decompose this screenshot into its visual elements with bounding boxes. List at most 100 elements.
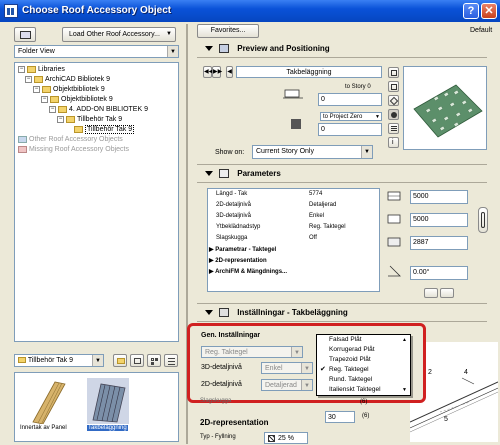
to-project-input[interactable]: 0 (318, 123, 382, 136)
collapse-icon[interactable]: − (25, 75, 32, 83)
view-list-button[interactable] (388, 123, 399, 134)
close-button[interactable]: ✕ (481, 3, 497, 19)
length-input[interactable]: 5000 (410, 190, 468, 204)
param-value[interactable]: Enkel (309, 213, 324, 219)
detail-3d-select[interactable]: Enkel ▼ (261, 362, 313, 374)
large-icons-button[interactable] (130, 354, 144, 367)
folder-select[interactable]: Tillbehör Tak 9 ▼ (14, 354, 104, 367)
param-value[interactable]: Off (309, 235, 317, 241)
view-options-button[interactable] (14, 27, 36, 42)
next-object-button[interactable]: ▶▶ (212, 66, 222, 78)
parameters-section-header[interactable]: Parameters (197, 166, 487, 181)
divider (197, 303, 487, 304)
value-30-input[interactable]: 30 (325, 411, 355, 423)
mirror-button[interactable] (424, 288, 438, 298)
view-mode-select[interactable]: Folder View ▼ (14, 45, 179, 58)
dropdown-item-selected[interactable]: Reg. Taktegel (329, 366, 369, 373)
view-section-button[interactable] (388, 81, 399, 92)
detail-2d-select[interactable]: Detaljerad ▼ (261, 379, 313, 391)
tree-item-tillbehor-selected[interactable]: Tillbehör Tak 9 (74, 125, 135, 135)
annotation-6-upper: (6) (360, 399, 368, 405)
param-value[interactable]: Detaljerad (309, 202, 336, 208)
param-group[interactable]: ▶ 2D-representation (209, 257, 267, 264)
tree-item-missing[interactable]: Missing Roof Accessory Objects (18, 145, 129, 155)
axo-view-icon (389, 96, 399, 106)
collapse-icon[interactable]: − (18, 65, 25, 73)
collapse-arrow-icon[interactable] (205, 310, 213, 316)
roof-type-dropdown[interactable]: ✔ Falsad Plåt ▲ Korrugerad Plåt Trapezoi… (316, 334, 411, 396)
length-icon (386, 190, 404, 202)
angle-input[interactable]: 0.00° (410, 266, 468, 280)
tree-item-libraries[interactable]: − Libraries (18, 65, 65, 75)
param-value[interactable]: 5774 (309, 191, 322, 197)
preview-section-title: Preview and Positioning (237, 44, 330, 53)
tree-item-archicad[interactable]: − ArchiCAD Bibliotek 9 (25, 75, 110, 85)
thumb-takbelaggning[interactable] (87, 378, 129, 424)
height-input[interactable]: 2887 (410, 236, 468, 250)
settings-section-header[interactable]: Inställningar - Takbeläggning (197, 305, 487, 320)
small-icons-button[interactable] (147, 354, 161, 367)
list-icons-button[interactable] (164, 354, 178, 367)
dropdown-item[interactable]: Trapezoid Plåt (329, 356, 371, 363)
thumb-label-selected: Takbeläggning (87, 425, 128, 431)
param-group[interactable]: ▶ ArchiFM & Mängdnings... (209, 268, 287, 275)
chevron-up-icon[interactable]: ▲ (402, 337, 407, 343)
reference-select[interactable]: to Project Zero ▼ (320, 112, 382, 121)
slagskugga-label: Slagskugga (200, 398, 232, 404)
title-bar: Choose Roof Accessory Object ? ✕ (0, 0, 500, 22)
preview-section-header[interactable]: Preview and Positioning (197, 41, 487, 56)
tree-item-objektbibliotek[interactable]: − Objektbibliotek 9 (33, 85, 105, 95)
prev-button[interactable]: ◀ (226, 66, 233, 78)
list-view-icon (20, 31, 31, 39)
prev-object-button[interactable]: ◀◀ (203, 66, 213, 78)
object-name-field: Takbeläggning (236, 66, 382, 78)
gen-settings-title: Gen. Inställningar (201, 332, 261, 339)
dropdown-item[interactable]: Rund. Taktegel (329, 376, 372, 383)
help-button[interactable]: ? (463, 3, 479, 19)
object-thumbnails[interactable]: Innertak av Panel Takbeläggning (14, 372, 179, 442)
view-axo-button[interactable] (388, 95, 399, 106)
collapse-arrow-icon[interactable] (205, 171, 213, 177)
mirror-alt-button[interactable] (440, 288, 454, 298)
view-3d-button[interactable] (388, 109, 399, 120)
thumb-innertak[interactable] (29, 378, 69, 425)
view-plan-button[interactable] (388, 67, 399, 78)
fill-type-label: Typ - Fyllning (200, 434, 236, 440)
dropdown-item[interactable]: Falsad Plåt (329, 336, 362, 343)
load-other-button[interactable]: Load Other Roof Accessory... ▼ (62, 27, 176, 42)
height-icon (386, 236, 404, 248)
favorites-label: Favorites... (210, 27, 246, 34)
param-value[interactable]: Reg. Taktegel (309, 224, 346, 230)
tree-item-label: Missing Roof Accessory Objects (29, 146, 129, 153)
library-tree[interactable]: − Libraries − ArchiCAD Bibliotek 9 − Objekt… (14, 62, 179, 342)
chevron-down-icon[interactable]: ▼ (402, 387, 407, 393)
tree-item-objektbibliotek-sub[interactable]: − Objektbibliotek 9 (41, 95, 113, 105)
tree-item-tillbehor[interactable]: − Tillbehör Tak 9 (57, 115, 122, 125)
tree-item-addon[interactable]: − 4. ADD-ON BIBLIOTEK 9 (49, 105, 148, 115)
param-name: Längd - Tak (216, 191, 248, 197)
fill-select[interactable]: 25 % (264, 432, 308, 444)
view-info-button[interactable]: i (388, 137, 399, 148)
collapse-icon[interactable]: − (57, 115, 64, 123)
collapse-icon[interactable]: − (33, 85, 40, 93)
collapse-icon[interactable]: − (41, 95, 48, 103)
chain-lock-button[interactable] (478, 207, 488, 233)
show-on-select[interactable]: Current Story Only ▼ (252, 145, 373, 159)
tree-item-label: Tillbehör Tak 9 (77, 116, 123, 123)
to-story-input[interactable]: 0 (318, 93, 382, 106)
tree-item-other[interactable]: Other Roof Accessory Objects (18, 135, 123, 145)
param-group[interactable]: ▶ Parametrar - Taktegel (209, 246, 276, 253)
width-input[interactable]: 5000 (410, 213, 468, 227)
parameters-section-title: Parameters (237, 169, 281, 178)
dropdown-item[interactable]: Italienskt Taktegel (329, 386, 381, 393)
thumb-label: Innertak av Panel (20, 425, 67, 431)
collapse-icon[interactable]: − (49, 105, 56, 113)
chevron-down-icon: ▼ (166, 31, 172, 37)
object-name: Takbeläggning (286, 69, 332, 76)
folder-up-button[interactable] (113, 354, 127, 367)
roof-type-select[interactable]: Reg. Taktegel ▼ (201, 346, 303, 358)
favorites-button[interactable]: Favorites... (197, 24, 259, 38)
dropdown-item[interactable]: Korrugerad Plåt (329, 346, 375, 353)
collapse-arrow-icon[interactable] (205, 46, 213, 52)
divider (197, 57, 487, 58)
